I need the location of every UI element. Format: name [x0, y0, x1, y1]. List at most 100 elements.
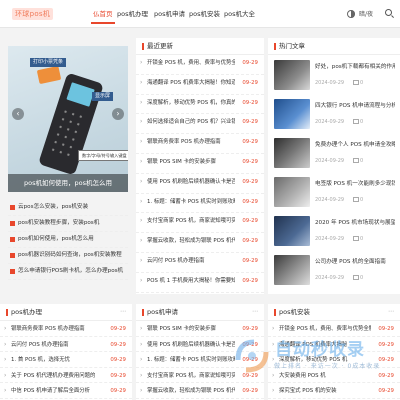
hot-article[interactable]: 公司办理 POS 机的全面指南 2024-09-29 0 [274, 255, 396, 285]
article-title[interactable]: 使用 POS 机刷脸后续机器确认卡是否会生？ [147, 341, 235, 349]
article-row[interactable]: › 掌握云收款，轻松成为银联 POS 机代理商... 09-29 [136, 233, 264, 253]
article-row[interactable]: › 云闪付 POS 机办理指南 09-29 [136, 253, 264, 273]
article-title[interactable]: 掌握云收款，轻松成为银联 POS 机代理商 [147, 387, 235, 395]
watermark: 自动秒收录 做上排名 · 来访一次 · 0成本收录 [232, 336, 396, 382]
article-row[interactable]: › 开锁金 POS 机，费用、费率与优势全解析 09-29 [268, 321, 400, 337]
article-row[interactable]: › 海通翻译 POS 机费率大揭秘！你知道的不一... 09-29 [136, 75, 264, 95]
section-handle-title[interactable]: pos机办理 [11, 308, 42, 317]
hot-header: 热门文章 [268, 38, 400, 55]
hot-article-title[interactable]: 好处，pos机下载都有相关的作用 [315, 63, 395, 71]
arrow-icon: › [140, 118, 143, 126]
more-icon[interactable]: ⋯ [120, 308, 126, 315]
article-row[interactable]: › 云闪付 POS 机办理指南 09-29 [0, 337, 132, 353]
article-title[interactable]: 开锁金 POS 机，费用、费率与优势全解析！ [147, 59, 235, 67]
article-row[interactable]: › 开锁金 POS 机，费用、费率与优势全解析！ 09-29 [136, 55, 264, 75]
list-item[interactable]: pos机器识别码如何查询，pos机安装教程 [8, 248, 128, 264]
article-title[interactable]: 1. 标题：储蓄卡 POS 机实时到账攻略... [147, 356, 235, 364]
hot-article[interactable]: 免费办理个人 POS 机申请全攻略 2024-09-29 0 [274, 138, 396, 168]
nav-pos-apply[interactable]: pos机申请 [154, 9, 185, 19]
hot-article-thumbnail[interactable] [274, 99, 310, 129]
search-icon[interactable] [385, 9, 392, 16]
article-title[interactable]: 云闪付 POS 机办理指南 [11, 341, 103, 349]
article-row[interactable]: › 深度解析，移动优势 POS 机，你真的了解吗... 09-29 [136, 95, 264, 115]
theme-toggle-icon[interactable] [347, 10, 355, 18]
list-item-text[interactable]: 云pos怎么安装，pos机安装 [18, 203, 126, 212]
article-title[interactable]: 探究宝式 POS 机的安装 [279, 387, 371, 395]
article-row[interactable]: › 中信 POS 机申请了解后全面分析 09-29 [0, 383, 132, 399]
article-title[interactable]: 云闪付 POS 机办理指南 [147, 257, 235, 265]
article-row[interactable]: › 银联 POS SIM 卡的安装步骤 09-29 [136, 154, 264, 174]
hot-article[interactable]: 好处，pos机下载都有相关的作用 2024-09-29 0 [274, 60, 396, 90]
hot-article-thumbnail[interactable] [274, 177, 310, 207]
article-row[interactable]: › 银联 POS SIM 卡的安装步骤 09-29 [136, 321, 264, 337]
list-item[interactable]: 云pos怎么安装，pos机安装 [8, 200, 128, 216]
list-item-text[interactable]: pos机器识别码如何查询，pos机安装教程 [18, 251, 126, 260]
article-title[interactable]: 支付宝商家 POS 机，商家说知哦可实现？ [147, 372, 235, 380]
list-item[interactable]: pos机安装教程步骤，安装pos机 [8, 216, 128, 232]
article-date: 09-29 [110, 372, 126, 379]
article-title[interactable]: 中信 POS 机申请了解后全面分析 [11, 387, 103, 395]
carousel[interactable]: 打印小票凭条 显示屏 数字/字母/符号输入键盘 ‹ › pos机如何使用，pos… [8, 46, 128, 192]
nav-pos-install[interactable]: pos机安装 [189, 9, 220, 19]
list-item-text[interactable]: 怎么申请银行POS刷卡机，怎么办理pos机 [18, 267, 126, 276]
hot-article[interactable]: 2020 年 POS 机市场现状与展望 2024-09-29 0 [274, 216, 396, 246]
hot-article-title[interactable]: 公司办理 POS 机的全面指南 [315, 258, 395, 266]
carousel-caption[interactable]: pos机如何使用，pos机怎么用 [8, 174, 128, 192]
hot-article[interactable]: 电签版 POS 机一次能刷多少现钱？ 2024-09-29 0 [274, 177, 396, 207]
hot-article-thumbnail[interactable] [274, 138, 310, 168]
article-row[interactable]: › 支付宝商家 POS 机，商家说知哦可实现？ 09-29 [136, 213, 264, 234]
hot-article-thumbnail[interactable] [274, 216, 310, 246]
article-title[interactable]: 使用 POS 机刷脸后续机器确认卡是否会生？ [147, 178, 235, 186]
article-date: 09-29 [242, 79, 258, 86]
article-title[interactable]: 银联商务费率 POS 机办理指南 [11, 325, 103, 333]
article-row[interactable]: › 银联商务费率 POS 机办理指南 09-29 [0, 321, 132, 337]
article-row[interactable]: › 使用 POS 机刷脸后续机器确认卡是否会生？ 09-29 [136, 174, 264, 194]
list-item-text[interactable]: pos机如何使用，pos机怎么用 [18, 235, 126, 244]
article-title[interactable]: POS 机 1 手机费用大揭秘！你需要知道的那... [147, 277, 235, 285]
more-icon[interactable]: ⋯ [388, 308, 394, 315]
section-install-title[interactable]: pos机安装 [279, 308, 310, 317]
hot-article-thumbnail[interactable] [274, 60, 310, 90]
site-logo[interactable]: 环球pos机 [12, 8, 54, 20]
article-title[interactable]: 关于 POS 机代理机办理费用问题的 [11, 372, 103, 380]
article-title[interactable]: 1. 标题：储蓄卡 POS 机实时到账攻略，招行... [147, 198, 235, 206]
hot-article-title[interactable]: 四大银行 POS 机申请流程与分析 [315, 102, 395, 110]
nav-pos-all[interactable]: pos机大全 [224, 9, 255, 19]
article-row[interactable]: › 关于 POS 机代理机办理费用问题的 09-29 [0, 368, 132, 384]
section-apply-title[interactable]: pos机申请 [147, 308, 178, 317]
list-item[interactable]: 怎么申请银行POS刷卡机，怎么办理pos机 [8, 264, 128, 280]
article-row[interactable]: › 探究宝式 POS 机的安装 09-29 [268, 383, 400, 399]
article-title[interactable]: 海通翻译 POS 机费率大揭秘！你知道的不一... [147, 79, 235, 87]
hot-article-thumbnail[interactable] [274, 255, 310, 285]
article-title[interactable]: 银联 POS SIM 卡的安装步骤 [147, 325, 235, 333]
article-title[interactable]: 如何选择适合自己的 POS 机？兴业银行 POS... [147, 118, 235, 126]
nav-pos-handle[interactable]: pos机办理 [117, 9, 148, 19]
list-item[interactable]: pos机如何使用，pos机怎么用 [8, 232, 128, 248]
hot-article-title[interactable]: 2020 年 POS 机市场现状与展望 [315, 219, 395, 227]
article-title[interactable]: 掌握云收款，轻松成为银联 POS 机代理商... [147, 237, 235, 245]
article-title[interactable]: 银联 POS SIM 卡的安装步骤 [147, 158, 235, 166]
carousel-prev-button[interactable]: ‹ [12, 108, 24, 120]
article-title[interactable]: 1. 首 POS 机，选择无忧 [11, 356, 103, 364]
hot-article-title[interactable]: 免费办理个人 POS 机申请全攻略 [315, 141, 395, 149]
bullet-icon [10, 237, 15, 242]
article-title[interactable]: 银联商务费率 POS 机办理指南 [147, 138, 235, 146]
article-row[interactable]: › POS 机 1 手机费用大揭秘！你需要知道的那... 09-29 [136, 273, 264, 293]
hot-article[interactable]: 四大银行 POS 机申请流程与分析 2024-09-29 0 [274, 99, 396, 129]
article-row[interactable]: › 掌握云收款，轻松成为银联 POS 机代理商 09-29 [136, 383, 264, 399]
article-row[interactable]: › 如何选择适合自己的 POS 机？兴业银行 POS... 09-29 [136, 114, 264, 135]
carousel-next-button[interactable]: › [112, 108, 124, 120]
section-handle-list: › 银联商务费率 POS 机办理指南 09-29 › 云闪付 POS 机办理指南 09-2… [0, 321, 132, 399]
nav-home[interactable]: 仏首页 [91, 9, 114, 24]
article-title[interactable]: 深度解析，移动优势 POS 机，你真的了解吗... [147, 99, 235, 107]
hot-article-title[interactable]: 电签版 POS 机一次能刷多少现钱？ [315, 180, 395, 188]
list-item-text[interactable]: pos机安装教程步骤，安装pos机 [18, 219, 126, 228]
article-date: 09-29 [242, 218, 258, 225]
article-title[interactable]: 支付宝商家 POS 机，商家说知哦可实现？ [147, 217, 235, 225]
article-row[interactable]: › 银联商务费率 POS 机办理指南 09-29 [136, 134, 264, 154]
article-title[interactable]: 开锁金 POS 机，费用、费率与优势全解析 [279, 325, 371, 333]
article-row[interactable]: › 1. 首 POS 机，选择无忧 09-29 [0, 352, 132, 368]
article-row[interactable]: › 1. 标题：储蓄卡 POS 机实时到账攻略，招行... 09-29 [136, 194, 264, 214]
theme-label[interactable]: 暗/夜 [359, 9, 373, 18]
more-icon[interactable]: ⋯ [252, 308, 258, 315]
